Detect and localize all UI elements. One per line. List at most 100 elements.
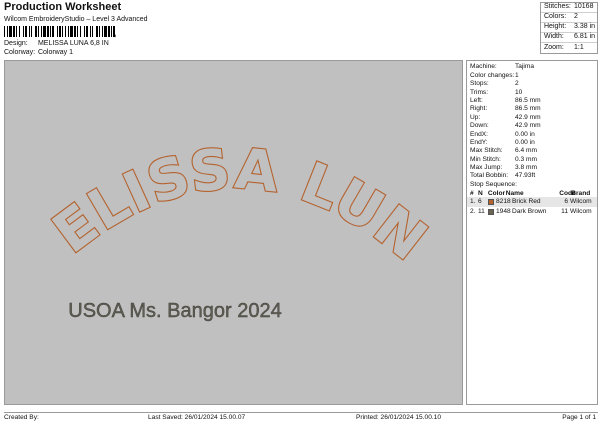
info-value: 6.4 mm [515,147,537,155]
meta-colorway-label: Colorway: [4,49,36,56]
barcode-bar [57,26,58,37]
barcode-bar [25,26,27,37]
stop-brand: Wilcom [570,207,592,215]
meta-design-label: Design: [4,40,28,47]
info-label: Up: [470,113,481,121]
barcode-bar [7,26,8,37]
barcode-bar [16,26,17,37]
stop-brand: Wilcom [570,198,592,206]
barcode [4,26,115,37]
info-value: 86.5 mm [515,96,541,104]
info-label: Color changes: [470,71,515,79]
stop-header-color: Color [487,189,506,197]
info-label: Total Bobbin: [470,172,509,180]
barcode-bar [29,26,30,37]
barcode-bar [35,26,37,37]
barcode-bar [43,26,46,37]
meta-design: Design: MELISSA LUNA 6,8 IN [4,40,109,48]
summary-label: Width: [544,33,564,41]
info-row: Stops: 2 [467,80,597,88]
footer-created-by: Created By: [4,414,39,421]
info-row: Max Jump: 3.8 mm [467,164,597,172]
worksheet-title: Production Worksheet [4,1,122,13]
barcode-bar [86,26,88,37]
info-value: 1 [515,71,519,79]
info-row: Left: 86.5 mm [467,97,597,105]
software-subtitle: Wilcom EmbroideryStudio – Level 3 Advanc… [4,16,148,23]
info-row: Machine: Tajima [467,63,597,71]
barcode-bar [77,26,78,37]
barcode-bar [90,26,91,37]
arc-lettering: MELISSA LUNA [5,61,439,274]
summary-label: Height: [544,23,567,31]
info-label: Machine: [470,63,497,71]
color-swatch [488,199,494,206]
info-row: EndY: 0.00 in [467,139,597,147]
stop-header-n: N [477,189,483,197]
footer-printed: Printed: 26/01/2024 15.00.10 [356,414,442,421]
info-label: Right: [470,105,488,113]
barcode-bar [31,26,32,37]
stop-name: Dark Brown [512,207,547,215]
info-value: 47.93ft [515,172,536,180]
stop-n: 6 [478,198,482,206]
summary-label: Zoom: [544,43,564,51]
footer-last-saved: Last Saved: 26/01/2024 15.00.07 [148,414,246,421]
barcode-bar [38,26,39,37]
info-label: EndX: [470,130,488,138]
info-row: EndX: 0.00 in [467,130,597,138]
meta-colorway: Colorway: Colorway 1 [4,49,73,57]
summary-colors: Colors: 2 [541,13,597,23]
meta-colorway-value: Colorway 1 [37,49,73,56]
info-value: 86.5 mm [515,105,541,113]
stop-header-num: # [470,189,474,197]
stop-row: 1. 6 8218 Brick Red 6 Wilcom [467,197,597,207]
sub-lettering: USOA Ms. Bangor 2024 [68,300,281,322]
stop-header-code: Code [559,189,576,197]
barcode-bar [41,26,42,37]
info-value: 42.9 mm [515,113,541,121]
info-value: 10 [515,88,523,96]
info-row: Trims: 10 [467,88,597,96]
design-preview: MELISSA LUNA USOA Ms. Bangor 2024 [4,60,463,405]
info-row: Max Stitch: 6.4 mm [467,147,597,155]
info-row: Down: 42.9 mm [467,122,597,130]
summary-value: 6.81 in [574,33,596,41]
summary-value: 2 [574,13,578,21]
info-row: Total Bobbin: 47.93ft [467,172,597,180]
barcode-bar [13,26,15,37]
stop-n: 11 [478,207,485,215]
barcode-suffix: , [114,29,117,38]
stop-header-brand: Brand [571,189,591,197]
info-label: Left: [470,96,483,104]
stop-code: 6 [564,198,568,206]
barcode-bar [23,26,24,37]
barcode-bar [96,26,98,37]
info-label: Down: [470,122,489,130]
barcode-bar [65,26,66,37]
info-value: 0.3 mm [515,155,537,163]
info-value: 0.00 in [515,138,535,146]
machine-info-panel: Machine: Tajima Color changes: 1 Stops: 2 T… [466,60,598,405]
barcode-bar [62,26,63,37]
barcode-bar [80,26,81,37]
info-label: Stops: [470,80,489,88]
stop-num: 2. [470,207,476,215]
barcode-bar [19,26,20,37]
barcode-bar [92,26,93,37]
info-row: Color changes: 1 [467,71,597,79]
summary-label: Colors: [544,13,567,21]
info-label: Min Stitch: [470,155,501,163]
stop-name: Brick Red [512,198,541,206]
stop-sequence-title: Stop Sequence: [470,180,517,188]
barcode-bar [99,26,100,37]
summary-box: Stitches: 10168 Colors: 2 Height: 3.38 in W… [540,2,598,54]
arc-lettering-text: MELISSA LUNA [5,61,439,275]
stop-color: 1948 [496,207,511,215]
info-row: Min Stitch: 0.3 mm [467,155,597,163]
summary-width: Width: 6.81 in [541,33,597,43]
barcode-bar [70,26,73,37]
barcode-bar [104,26,107,37]
summary-height: Height: 3.38 in [541,23,597,33]
summary-label: Stitches: [544,3,571,11]
